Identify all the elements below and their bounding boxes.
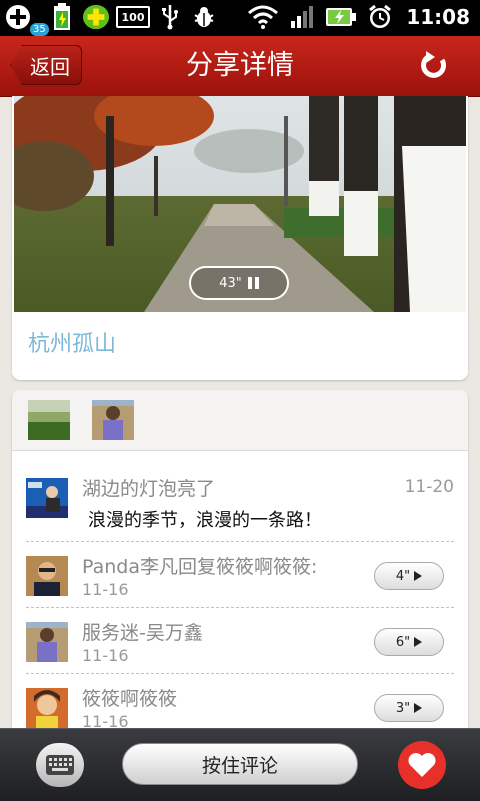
battery-100-icon: 100 <box>116 3 150 31</box>
play-icon <box>414 571 423 581</box>
liker-avatar[interactable] <box>28 400 70 440</box>
status-left-icons: 35 100 <box>4 3 218 36</box>
notification-count: 35 <box>30 23 49 36</box>
hold-to-comment-button[interactable]: 按住评论 <box>122 743 358 785</box>
voice-play-button[interactable]: 6" <box>374 628 444 656</box>
status-right-icons: 11:08 <box>246 3 470 31</box>
voice-length: 3" <box>395 700 411 716</box>
comment-button-label: 按住评论 <box>201 754 278 777</box>
usb-icon <box>156 3 184 31</box>
avatar[interactable] <box>26 622 68 662</box>
status-time: 11:08 <box>406 5 470 29</box>
divider <box>26 607 454 608</box>
add-icon: 35 <box>4 3 49 36</box>
status-bar: 35 100 11:08 <box>0 0 480 36</box>
comments-card: 湖边的灯泡亮了 11-20 浪漫的季节，浪漫的一条路！ Panda李凡回复筱筱啊… <box>12 390 468 730</box>
refresh-icon <box>421 51 447 78</box>
battery-charging-icon <box>48 3 76 31</box>
play-icon <box>414 637 423 647</box>
bottom-bar: 按住评论 <box>0 728 480 801</box>
back-button[interactable]: 返回 <box>10 45 82 85</box>
avatar[interactable] <box>26 478 68 518</box>
voice-play-button[interactable]: 4" <box>374 562 444 590</box>
feed-item-name[interactable]: 湖边的灯泡亮了 <box>82 474 215 501</box>
photo-audio-play-button[interactable]: 43" <box>189 266 289 300</box>
liker-avatars-row <box>12 390 468 451</box>
feed-item-name[interactable]: Panda李凡回复筱筱啊筱筱: <box>82 552 317 579</box>
divider <box>26 673 454 674</box>
feed-item[interactable]: 服务迷-吴万鑫 11-16 6" <box>12 612 468 674</box>
like-button[interactable] <box>398 741 446 789</box>
play-icon <box>414 703 423 713</box>
keyboard-icon <box>46 755 74 775</box>
share-photo-card: 43" 杭州孤山 <box>12 96 468 380</box>
voice-play-button[interactable]: 3" <box>374 694 444 722</box>
heart-icon <box>408 753 436 777</box>
feed-item-date: 11-16 <box>82 646 129 665</box>
feed-item-message: 浪漫的季节，浪漫的一条路！ <box>88 510 322 531</box>
voice-length: 6" <box>395 634 411 650</box>
alarm-icon <box>366 3 394 31</box>
battery-app-label: 100 <box>116 6 150 28</box>
refresh-button[interactable] <box>416 48 452 84</box>
feed-item[interactable]: Panda李凡回复筱筱啊筱筱: 11-16 4" <box>12 546 468 608</box>
charging-icon <box>324 3 358 31</box>
liker-avatar[interactable] <box>92 400 134 440</box>
title-bar: 分享详情 返回 <box>0 36 480 97</box>
voice-length: 4" <box>395 568 411 584</box>
green-app-icon <box>82 3 110 31</box>
keyboard-button[interactable] <box>36 743 84 787</box>
feed-item-date: 11-20 <box>404 477 454 497</box>
avatar[interactable] <box>26 688 68 728</box>
bug-icon <box>190 3 218 31</box>
avatar[interactable] <box>26 556 68 596</box>
feed-item-name[interactable]: 服务迷-吴万鑫 <box>82 618 203 645</box>
feed-item[interactable]: 湖边的灯泡亮了 11-20 浪漫的季节，浪漫的一条路！ <box>12 468 468 531</box>
location-label[interactable]: 杭州孤山 <box>28 326 116 358</box>
feed-item[interactable]: 筱筱啊筱筱 11-16 3" <box>12 678 468 730</box>
wifi-icon <box>246 3 280 31</box>
divider <box>26 541 454 542</box>
back-button-label: 返回 <box>30 54 70 79</box>
signal-icon <box>288 3 316 31</box>
audio-duration: 43" <box>219 275 242 291</box>
pause-icon <box>247 277 259 289</box>
feed-item-name[interactable]: 筱筱啊筱筱 <box>82 684 177 711</box>
feed-item-date: 11-16 <box>82 580 129 599</box>
